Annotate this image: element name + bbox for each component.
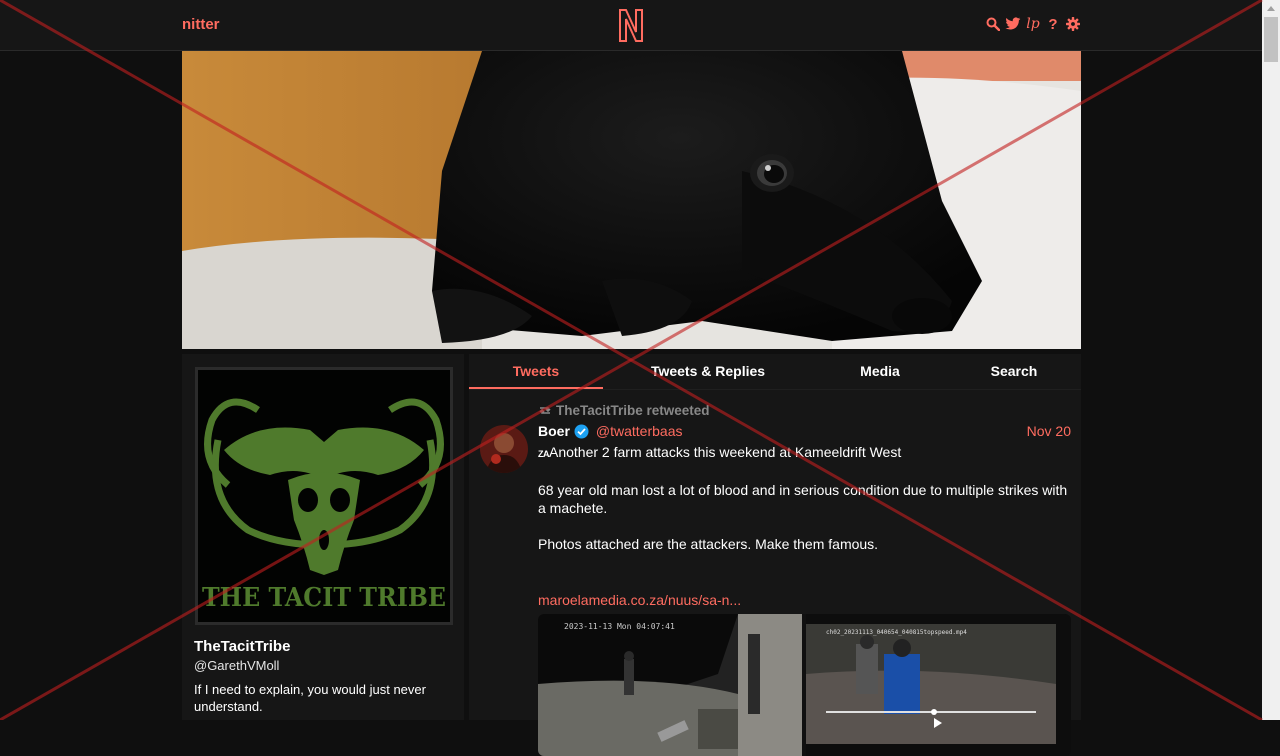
- brand-link[interactable]: nitter: [182, 16, 220, 33]
- tweet-avatar[interactable]: [480, 425, 528, 473]
- skull-logo-image: THE TACIT TRIBE: [198, 370, 450, 622]
- tab-tweets[interactable]: Tweets: [469, 354, 603, 389]
- settings-gear-icon[interactable]: [1065, 15, 1081, 33]
- avatar-logo-text: THE TACIT TRIBE: [202, 583, 446, 613]
- tab-tweets-replies[interactable]: Tweets & Replies: [603, 354, 813, 389]
- verified-badge-icon: [574, 424, 589, 438]
- attachment-image-2[interactable]: ch02_20231113_040654_040815topspeed.mp4: [806, 614, 1071, 756]
- retweet-header: TheTacitTribe retweeted: [538, 403, 710, 418]
- profile-avatar[interactable]: THE TACIT TRIBE: [195, 367, 453, 625]
- tweet-item[interactable]: TheTacitTribe retweeted Boer @twatterbaa…: [469, 392, 1081, 756]
- top-nav: nitter lp ?: [0, 0, 1262, 51]
- tweet-attachments: 2023-11-13 Mon 04:07:41 ch02_20231113_04…: [538, 614, 1071, 756]
- tab-media[interactable]: Media: [813, 354, 947, 389]
- nitter-logo-icon[interactable]: [617, 8, 645, 42]
- tweet-text-line2: 68 year old man lost a lot of blood and …: [538, 482, 1068, 516]
- scroll-thumb[interactable]: [1264, 17, 1278, 62]
- retweet-icon: [539, 407, 551, 414]
- timeline: Tweets Tweets & Replies Media Search The…: [469, 354, 1081, 756]
- page-scrollbar[interactable]: [1262, 0, 1280, 720]
- retweet-label: TheTacitTribe retweeted: [556, 403, 710, 418]
- attachment-2-filename: ch02_20231113_040654_040815topspeed.mp4: [826, 629, 967, 636]
- help-icon[interactable]: ?: [1045, 15, 1061, 33]
- profile-card: THE TACIT TRIBE TheTacitTribe @GarethVMo…: [182, 354, 464, 720]
- tab-search[interactable]: Search: [947, 354, 1081, 389]
- attachment-image-1[interactable]: 2023-11-13 Mon 04:07:41: [538, 614, 802, 756]
- search-icon[interactable]: [985, 15, 1001, 33]
- tweet-text-line1: Another 2 farm attacks this weekend at K…: [549, 444, 902, 460]
- tweet-author: Boer @twatterbaas: [538, 423, 683, 439]
- nav-icons: lp ?: [985, 15, 1081, 33]
- tweet-content: ZAAnother 2 farm attacks this weekend at…: [538, 443, 1073, 571]
- flag-za-icon: ZA: [538, 449, 550, 459]
- tweet-author-username[interactable]: @twatterbaas: [596, 423, 683, 439]
- profile-banner[interactable]: [182, 51, 1081, 349]
- twitter-bird-icon[interactable]: [1005, 15, 1021, 33]
- profile-fullname[interactable]: TheTacitTribe: [194, 638, 290, 655]
- attachment-1-timestamp: 2023-11-13 Mon 04:07:41: [564, 622, 675, 631]
- scroll-up-arrow[interactable]: [1262, 0, 1280, 17]
- tweet-text-line3: Photos attached are the attackers. Make …: [538, 536, 879, 552]
- tweet-external-link[interactable]: maroelamedia.co.za/nuus/sa-n...: [538, 592, 741, 608]
- tweet-date[interactable]: Nov 20: [1027, 423, 1071, 439]
- tweet-author-fullname[interactable]: Boer: [538, 423, 570, 439]
- liberapay-icon[interactable]: lp: [1025, 15, 1041, 33]
- timeline-tabs: Tweets Tweets & Replies Media Search: [469, 354, 1081, 390]
- banner-image: [182, 51, 1081, 349]
- profile-username[interactable]: @GarethVMoll: [194, 658, 279, 673]
- profile-bio: If I need to explain, you would just nev…: [194, 682, 426, 714]
